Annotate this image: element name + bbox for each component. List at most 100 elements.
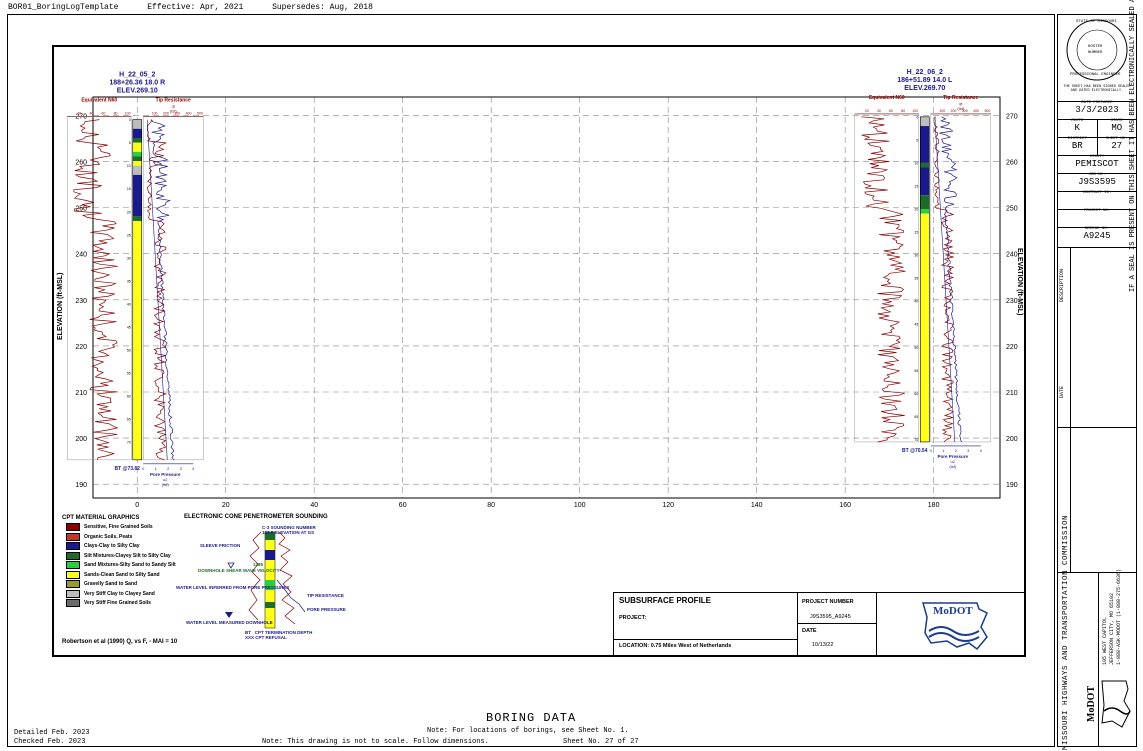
x-tick-label: 140 [751, 502, 763, 509]
job-no-value: J9S3595 [1078, 177, 1116, 187]
legend-swatch [66, 570, 80, 579]
seal-cell: STATE OF MISSOURI KOSTER NUMBER PROFESSI… [1058, 15, 1136, 102]
soil-layer [132, 216, 142, 221]
depth-tick: 55 [127, 372, 131, 376]
x-tick-label: 0 [135, 502, 139, 509]
ecps-tip-resistance: TIP RESISTANCE [307, 593, 344, 598]
depth-tick: 65 [127, 418, 131, 422]
pore-pressure-curve [939, 116, 963, 443]
ecps-tip-curve [278, 531, 296, 625]
n60-tick: 80 [114, 112, 118, 116]
date-prepared-cell: DATE PREPARED 3/3/2023 [1058, 101, 1136, 120]
legend-item: Very Stiff Clay to Clayey Sand [66, 589, 155, 598]
depth-tick: 0 [916, 115, 918, 119]
date-column-label: DATE [1059, 385, 1065, 398]
y-tick-label-right: 210 [1006, 390, 1018, 397]
ecps-xxx-code: XXX [245, 635, 255, 640]
location-label: LOCATION: [619, 643, 650, 649]
project-label: PROJECT: [619, 615, 647, 621]
soil-layer [920, 195, 930, 210]
pore-tick: 0 [930, 448, 933, 453]
date-prepared-value: 3/3/2023 [1075, 105, 1119, 115]
legend-swatch [66, 551, 80, 560]
depth-tick: 45 [914, 323, 918, 327]
ecps-sleeve-friction: SLEEVE FRICTION [200, 543, 241, 548]
n60-tick: 20 [77, 112, 81, 116]
soil-layer [920, 116, 930, 127]
project-number-box: PROJECT NUMBER J9S3595_A9245 DATE 10/13/… [797, 592, 877, 656]
legend-item: Sand Mixtures-Silty Sand to Sandy Silt [66, 561, 176, 569]
legend-method: Robertson et al (1990) Q, vs F, - MAI = … [62, 639, 178, 645]
description-bottom [1058, 427, 1136, 428]
legend-swatch [66, 599, 80, 607]
district-value: BR [1071, 141, 1083, 151]
qt-tick: 500 [197, 112, 203, 116]
depth-tick: 5 [916, 138, 918, 142]
depth-tick: 15 [127, 187, 131, 191]
address-line-2: JEFFERSON CITY, MO 65102 [1109, 592, 1115, 665]
depth-tick: 35 [127, 279, 131, 283]
ecps-xxx-label: CPT REFUSAL [255, 635, 287, 640]
seal-state: STATE OF MISSOURI [1076, 20, 1117, 24]
soil-layer [132, 165, 142, 175]
qt-tick: 100 [152, 112, 158, 116]
qt-tick: 200 [163, 112, 169, 116]
legend-swatch [66, 589, 80, 598]
depth-tick: 20 [127, 210, 131, 214]
route-state-cell: ROUTE K STATE MO [1058, 119, 1136, 138]
county-cell: COUNTY PEMISCOT [1058, 155, 1136, 174]
legend-label: Very Stiff Fine Grained Soils [84, 600, 151, 606]
ecps-termination: BT CPT TERMINATION DEPTH XXX CPT REFUSAL [245, 630, 312, 640]
soil-layer [132, 128, 142, 139]
soil-layer [920, 213, 930, 442]
x-tick-label: 40 [310, 502, 318, 509]
date-divider [798, 623, 876, 624]
locations-note: Note: For locations of borings, see Shee… [427, 727, 629, 735]
sounding-elevation: ELEV.269.70 [904, 85, 945, 92]
modot-logo-text: MoDOT [933, 605, 973, 617]
job-no-cell: JOB NO. J9S3595 [1058, 173, 1136, 192]
pore-tick: 1 [155, 466, 158, 471]
ecps-elev-value: 123.8 [262, 530, 274, 535]
soil-layer [132, 119, 142, 129]
y-axis-label-left: ELEVATION (ft-MSL) [57, 272, 64, 340]
date-label: DATE [802, 628, 817, 634]
qt-curve [933, 116, 955, 443]
project-no-cell: PROJECT NO. [1058, 209, 1136, 228]
electronic-seal-note: IF A SEAL IS PRESENT ON THIS SHEET IT HA… [1129, 0, 1137, 292]
ecps-layer-2 [265, 550, 275, 560]
county-value: PEMISCOT [1075, 159, 1119, 169]
legend-swatch [66, 523, 80, 531]
location-value: 0.75 Miles West of Netherlands [650, 643, 732, 649]
checked-date: Checked Feb. 2023 [14, 738, 86, 746]
y-tick-label-right: 250 [1006, 206, 1018, 213]
sounding-H_22_06_2: H_22_06_2186+51.89 14.0 LELEV.269.70 Equi… [854, 69, 992, 469]
date-value: 10/13/22 [812, 642, 834, 648]
subsurface-profile-box: SUBSURFACE PROFILE PROJECT: LOCATION: 0.… [613, 592, 798, 656]
depth-tick: 50 [127, 349, 131, 353]
contract-cell: CONTRACT ID. [1058, 191, 1136, 210]
x-tick-label: 80 [487, 502, 495, 509]
pore-units: (tsf) [949, 464, 957, 469]
detailed-date: Detailed Feb. 2023 [14, 729, 90, 737]
pore-tick: 4 [980, 448, 983, 453]
depth-tick: 5 [129, 141, 131, 145]
n60-label: Equivalent N60 [81, 98, 117, 104]
location-divider [614, 639, 797, 640]
depth-tick: 55 [914, 369, 918, 373]
y-tick-label-right: 200 [1006, 436, 1018, 443]
n60-curve [861, 116, 906, 443]
y-tick-label-left: 230 [75, 298, 87, 305]
soil-layer [920, 167, 930, 196]
legend-label: Clays-Clay to Silty Clay [84, 543, 140, 549]
y-tick-label-left: 240 [75, 252, 87, 259]
n60-panel [854, 113, 920, 443]
sounding-name: H_22_06_2 [907, 69, 943, 76]
soil-layer [132, 156, 142, 162]
termination-label: BT @70.54 [902, 448, 928, 454]
depth-tick: 70 [127, 441, 131, 445]
pore-tick: 2 [955, 448, 958, 453]
pore-tick: 2 [167, 466, 170, 471]
y-tick-label-right: 220 [1006, 344, 1018, 351]
legend-item: Organic Soils, Peats [66, 532, 132, 541]
